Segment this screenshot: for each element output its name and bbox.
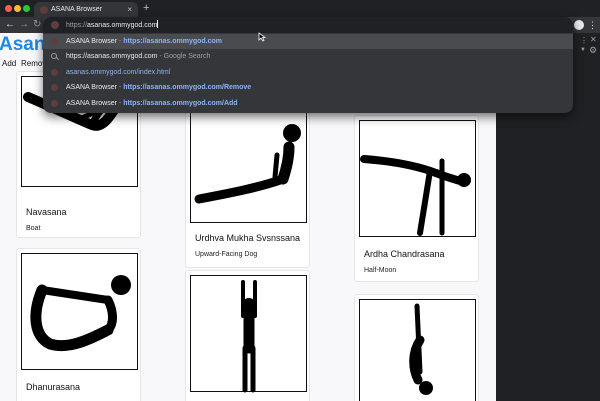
asana-meaning: Boat <box>26 225 41 232</box>
site-favicon-icon <box>51 38 58 45</box>
asana-image-standing-arms-up <box>190 275 307 393</box>
browser-menu-icon[interactable]: ⋮ <box>588 19 597 31</box>
asana-card-ardha-chandrasana[interactable]: Ardha Chandrasana Half-Moon <box>354 115 479 282</box>
suggestion-text: asanas.ommygod.com/index.html <box>66 69 170 76</box>
suggestion-url: Google Search <box>163 53 211 60</box>
asana-image-dhanurasana <box>21 253 138 370</box>
suggestion-url: https://asanas.ommygod.com <box>123 38 222 45</box>
window-zoom-icon[interactable] <box>23 5 30 12</box>
close-icon[interactable]: ✕ <box>590 35 597 44</box>
bow-pose-figure-icon <box>30 275 131 351</box>
suggestion-url: https://asanas.ommygod.com/Add <box>123 100 238 107</box>
suggestion-text: ASANA Browser - https://asanas.ommygod.c… <box>66 84 251 91</box>
omnibox-dropdown: https://asanas.ommygod.com ASANA Browser… <box>43 17 573 113</box>
asana-card-dhanurasana[interactable]: Dhanurasana <box>16 248 141 401</box>
asana-card-standing-arms-up[interactable] <box>185 270 310 401</box>
site-favicon-icon <box>51 84 58 91</box>
address-text[interactable]: https://asanas.ommygod.com <box>66 20 159 29</box>
chevron-down-icon[interactable]: ▼ <box>580 47 586 53</box>
mountain-arms-up-figure-icon <box>241 280 257 393</box>
address-scheme: https:// <box>66 22 88 29</box>
half-moon-figure-icon <box>360 155 471 236</box>
asana-image-ardha-chandrasana <box>359 120 476 237</box>
asana-name: Navasana <box>26 207 67 217</box>
asana-name: Urdhva Mukha Svsnssana <box>195 233 301 243</box>
asana-image-urdhva-mukha <box>190 106 307 223</box>
suggestion-item[interactable]: ASANA Browser - https://asanas.ommygod.c… <box>43 80 573 95</box>
asana-image-forward-fold <box>359 299 476 401</box>
tab-close-icon[interactable]: × <box>127 5 132 14</box>
forward-arrow-icon[interactable]: → <box>19 17 29 33</box>
mouse-cursor-icon <box>258 32 266 42</box>
tab-title: ASANA Browser <box>51 6 102 13</box>
window-minimize-icon[interactable] <box>14 5 21 12</box>
upward-dog-figure-icon <box>194 124 301 204</box>
suggestion-title: ASANA Browser <box>66 38 117 45</box>
asana-name: Dhanurasana <box>26 382 81 392</box>
address-typed: asanas.ommygod.com <box>87 22 158 29</box>
search-icon <box>51 53 58 60</box>
profile-icon[interactable] <box>574 20 584 30</box>
asana-card-urdhva-mukha[interactable]: Urdhva Mukha Svsnssana Upward-Facing Dog <box>185 101 310 268</box>
suggestion-url: https://asanas.ommygod.com/Remove <box>123 84 252 91</box>
suggestion-text: https://asanas.ommygod.com - Google Sear… <box>66 53 210 60</box>
forward-fold-figure-icon <box>409 303 433 395</box>
suggestion-text: ASANA Browser - https://asanas.ommygod.c… <box>66 100 238 107</box>
reload-icon[interactable]: ↻ <box>33 17 41 33</box>
suggestion-text: ASANA Browser - https://asanas.ommygod.c… <box>66 38 222 45</box>
site-favicon-icon <box>51 69 58 76</box>
address-bar[interactable]: https://asanas.ommygod.com <box>43 17 573 33</box>
site-info-icon[interactable] <box>51 21 59 29</box>
suggestion-title: ASANA Browser <box>66 100 117 107</box>
asana-meaning: Half-Moon <box>364 267 397 274</box>
asana-card-forward-fold[interactable] <box>354 294 479 401</box>
kebab-menu-icon[interactable]: ⋮ <box>580 36 588 45</box>
asana-name: Ardha Chandrasana <box>364 249 445 259</box>
nav-add-link[interactable]: Add <box>2 59 16 68</box>
suggestion-title: https://asanas.ommygod.com <box>66 53 158 60</box>
suggestion-title: ASANA Browser <box>66 84 117 91</box>
suggestion-item[interactable]: asanas.ommygod.com/index.html <box>43 65 573 80</box>
suggestion-item[interactable]: ASANA Browser - https://asanas.ommygod.c… <box>43 96 573 111</box>
gear-icon[interactable]: ⚙ <box>589 45 597 56</box>
new-tab-button[interactable]: + <box>143 3 149 14</box>
site-favicon-icon <box>51 100 58 107</box>
site-favicon-icon <box>40 6 48 14</box>
text-caret <box>157 20 159 28</box>
suggestion-url: asanas.ommygod.com/index.html <box>66 69 171 76</box>
browser-window: Asanas Add Remove Navasana Boat Urdhva M… <box>0 0 600 401</box>
suggestion-item[interactable]: https://asanas.ommygod.com - Google Sear… <box>43 49 573 64</box>
asana-meaning: Upward-Facing Dog <box>195 251 258 258</box>
suggestion-item[interactable]: ASANA Browser - https://asanas.ommygod.c… <box>43 34 573 49</box>
back-arrow-icon[interactable]: ← <box>5 17 15 33</box>
window-close-icon[interactable] <box>5 5 12 12</box>
